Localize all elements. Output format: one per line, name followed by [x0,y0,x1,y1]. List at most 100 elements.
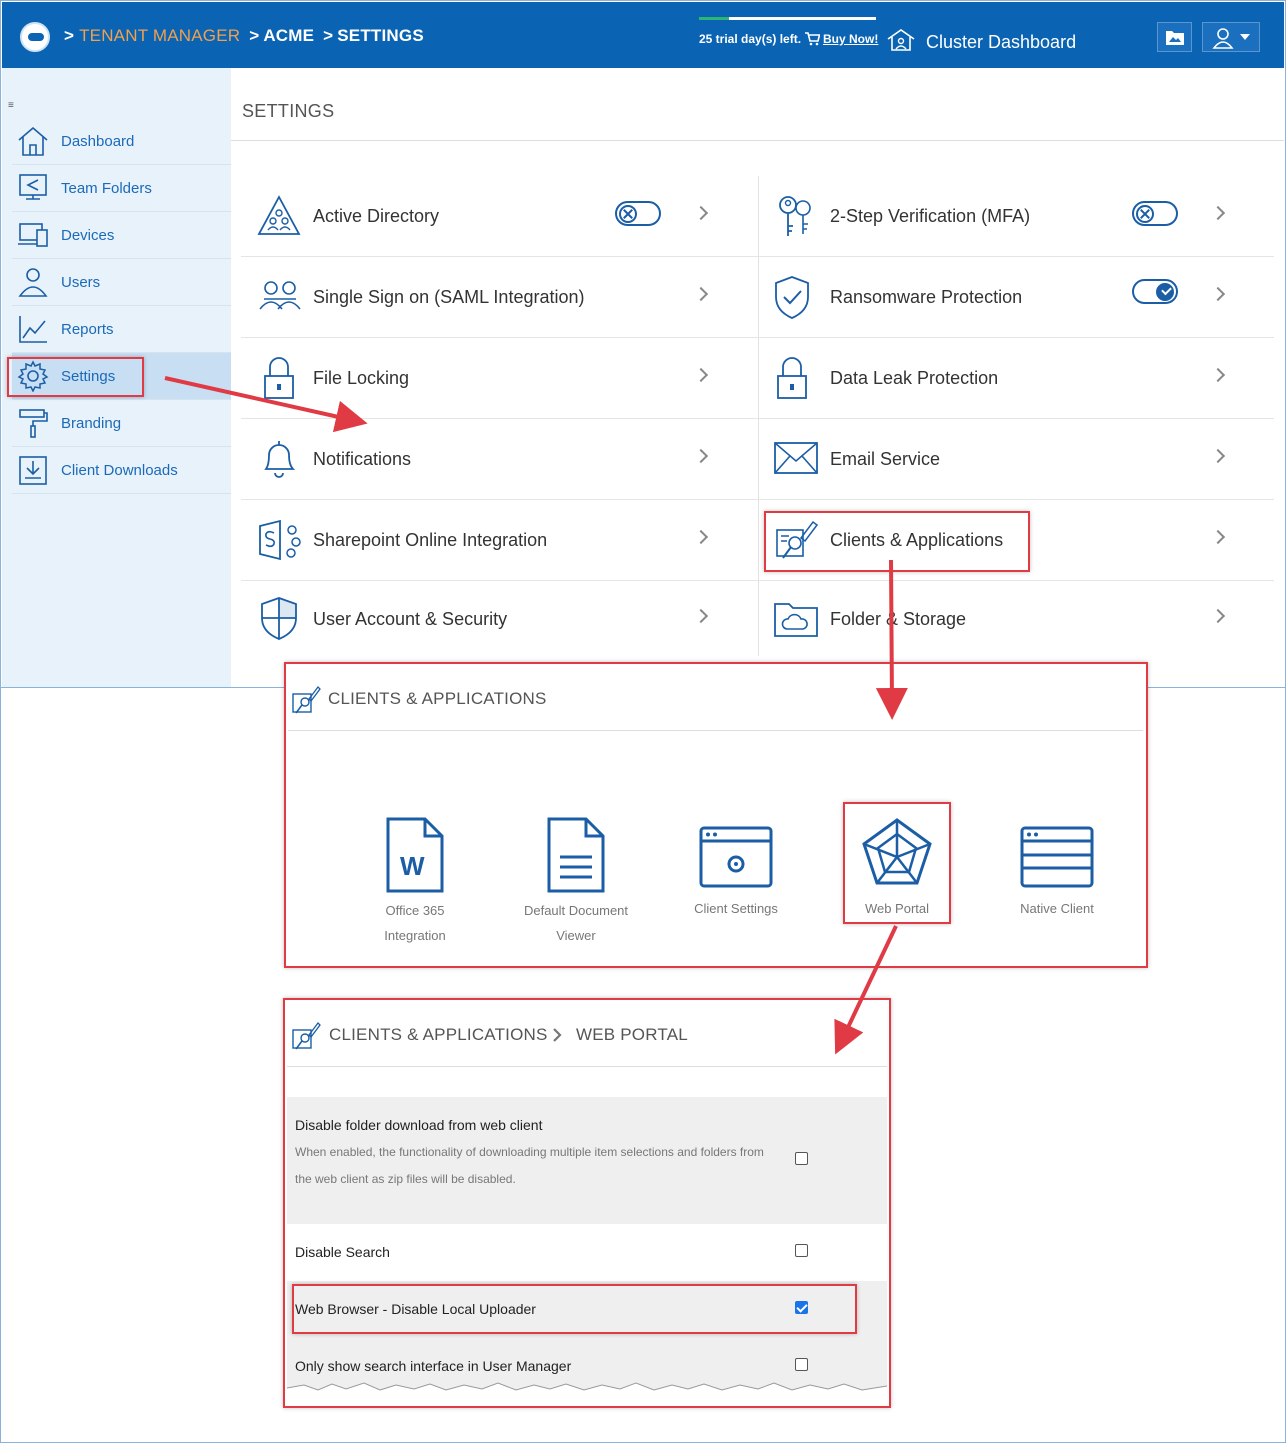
settings-row-folder-storage[interactable]: Folder & Storage [758,581,1274,662]
sidebar-item-branding[interactable]: Branding [12,400,231,447]
reports-chart-icon [19,316,47,343]
settings-row-user-account-security[interactable]: User Account & Security [241,581,758,662]
sidebar-item-client-downloads[interactable]: Client Downloads [12,447,231,494]
settings-row-label: Folder & Storage [830,609,967,629]
single-sign-on-icon [259,281,301,310]
cluster-dashboard-label: Cluster Dashboard [926,32,1077,52]
annotation-box-clients-panel [284,662,1148,968]
top-bar: > TENANT MANAGER > ACME > SETTINGS 25 tria… [2,2,1284,68]
shield-icon [261,597,297,640]
team-folders-icon [19,174,47,200]
sidebar-item-label: Branding [61,414,122,432]
breadcrumb-sep: > [64,26,75,45]
active-directory-toggle[interactable] [615,201,661,226]
sidebar-item-devices[interactable]: Devices [12,212,231,259]
annotation-box-settings [7,357,144,397]
chevron-right-icon [693,205,709,221]
keys-icon [779,196,811,236]
breadcrumb: > TENANT MANAGER > ACME > SETTINGS [64,26,424,46]
lock-icon [264,357,294,399]
folder-picture-button[interactable] [1157,22,1192,52]
sidebar-item-users[interactable]: Users [12,259,231,306]
mfa-toggle[interactable] [1132,201,1178,226]
settings-row-ransomware[interactable]: Ransomware Protection [758,257,1274,338]
annotation-box-web-portal-panel [283,998,891,1408]
user-menu-button[interactable] [1202,22,1260,52]
active-directory-icon [257,195,301,235]
cluster-house-icon [887,29,915,51]
folder-cloud-icon [774,603,818,637]
settings-row-active-directory[interactable]: Active Directory [241,176,758,257]
trial-days-text: 25 trial day(s) left. [699,32,802,46]
users-icon [18,268,48,297]
collapse-sidebar-icon[interactable]: ≡ [8,100,14,111]
settings-row-mfa[interactable]: 2-Step Verification (MFA) [758,176,1274,257]
chevron-right-icon [693,367,709,383]
settings-row-label: Single Sign on (SAML Integration) [313,287,585,307]
breadcrumb-settings: SETTINGS [337,26,424,45]
divider [231,140,1284,141]
settings-row-notifications[interactable]: Notifications [241,419,758,500]
settings-row-file-locking[interactable]: File Locking [241,338,758,419]
chevron-right-icon [1210,448,1226,464]
chevron-right-icon [1210,205,1226,221]
settings-row-label: File Locking [313,368,410,388]
breadcrumb-sep: > [249,26,260,45]
download-icon [19,456,47,485]
sidebar-item-label: Users [61,273,101,291]
home-icon [18,126,48,156]
user-account-icon [1212,28,1234,49]
buy-now-link[interactable]: Buy Now! [823,32,878,46]
sidebar-item-dashboard[interactable]: Dashboard [12,118,231,165]
settings-row-sharepoint[interactable]: Sharepoint Online Integration [241,500,758,581]
sidebar-item-label: Devices [61,226,115,244]
settings-page: SETTINGS Active Directory Single Sign on… [231,68,1284,688]
sidebar-item-reports[interactable]: Reports [12,306,231,353]
shield-check-icon [775,276,809,319]
folder-image-icon [1166,31,1184,45]
sidebar-item-label: Reports [61,320,114,338]
trial-progress-bar [699,17,876,20]
chevron-right-icon [693,529,709,545]
devices-icon [18,223,48,247]
chevron-right-icon [1210,608,1226,624]
settings-row-label: Notifications [313,449,412,469]
breadcrumb-sep: > [323,26,334,45]
envelope-icon [774,442,818,474]
cluster-dashboard-link[interactable]: Cluster Dashboard [886,28,1076,53]
sidebar-item-label: Client Downloads [61,461,178,479]
breadcrumb-acme[interactable]: ACME [263,26,314,45]
chevron-down-icon [1240,34,1250,40]
page-title: SETTINGS [242,101,335,121]
settings-row-label: 2-Step Verification (MFA) [830,206,1031,226]
settings-row-label: Ransomware Protection [830,287,1023,307]
chevron-right-icon [693,286,709,302]
chevron-right-icon [1210,529,1226,545]
chevron-right-icon [693,608,709,624]
lock-icon [777,357,807,399]
settings-row-label: Email Service [830,449,941,469]
cloud-logo-icon[interactable] [20,22,50,52]
settings-row-label: User Account & Security [313,609,508,629]
chevron-right-icon [693,448,709,464]
settings-row-sso[interactable]: Single Sign on (SAML Integration) [241,257,758,338]
settings-row-label: Active Directory [313,206,440,226]
paint-roller-icon [19,409,48,438]
screenshot-frame: > TENANT MANAGER > ACME > SETTINGS 25 tria… [0,0,1286,1443]
settings-row-label: Data Leak Protection [830,368,999,388]
sidebar-item-team-folders[interactable]: Team Folders [12,165,231,212]
settings-row-email[interactable]: Email Service [758,419,1274,500]
chevron-right-icon [1210,286,1226,302]
annotation-box-clients-applications [764,511,1030,572]
sharepoint-icon [259,519,301,561]
settings-row-label: Sharepoint Online Integration [313,530,548,550]
chevron-right-icon [1210,367,1226,383]
breadcrumb-tenant-manager[interactable]: TENANT MANAGER [79,26,240,45]
annotation-box-local-uploader [292,1284,857,1334]
sidebar-item-label: Team Folders [61,179,152,197]
ransomware-toggle[interactable] [1132,279,1178,304]
annotation-box-web-portal [843,802,951,924]
bell-icon [264,441,296,478]
settings-row-data-leak[interactable]: Data Leak Protection [758,338,1274,419]
cart-icon[interactable] [804,32,820,46]
